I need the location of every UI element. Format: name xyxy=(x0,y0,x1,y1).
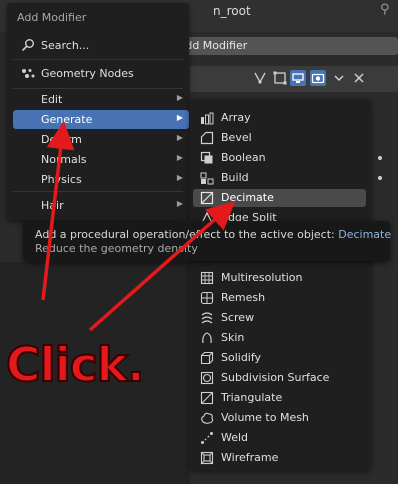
arrow-to-generate xyxy=(41,121,75,301)
click-annotation: Click. xyxy=(5,337,146,394)
arrow-to-decimate xyxy=(88,201,236,332)
annotation-arrows xyxy=(41,121,236,332)
